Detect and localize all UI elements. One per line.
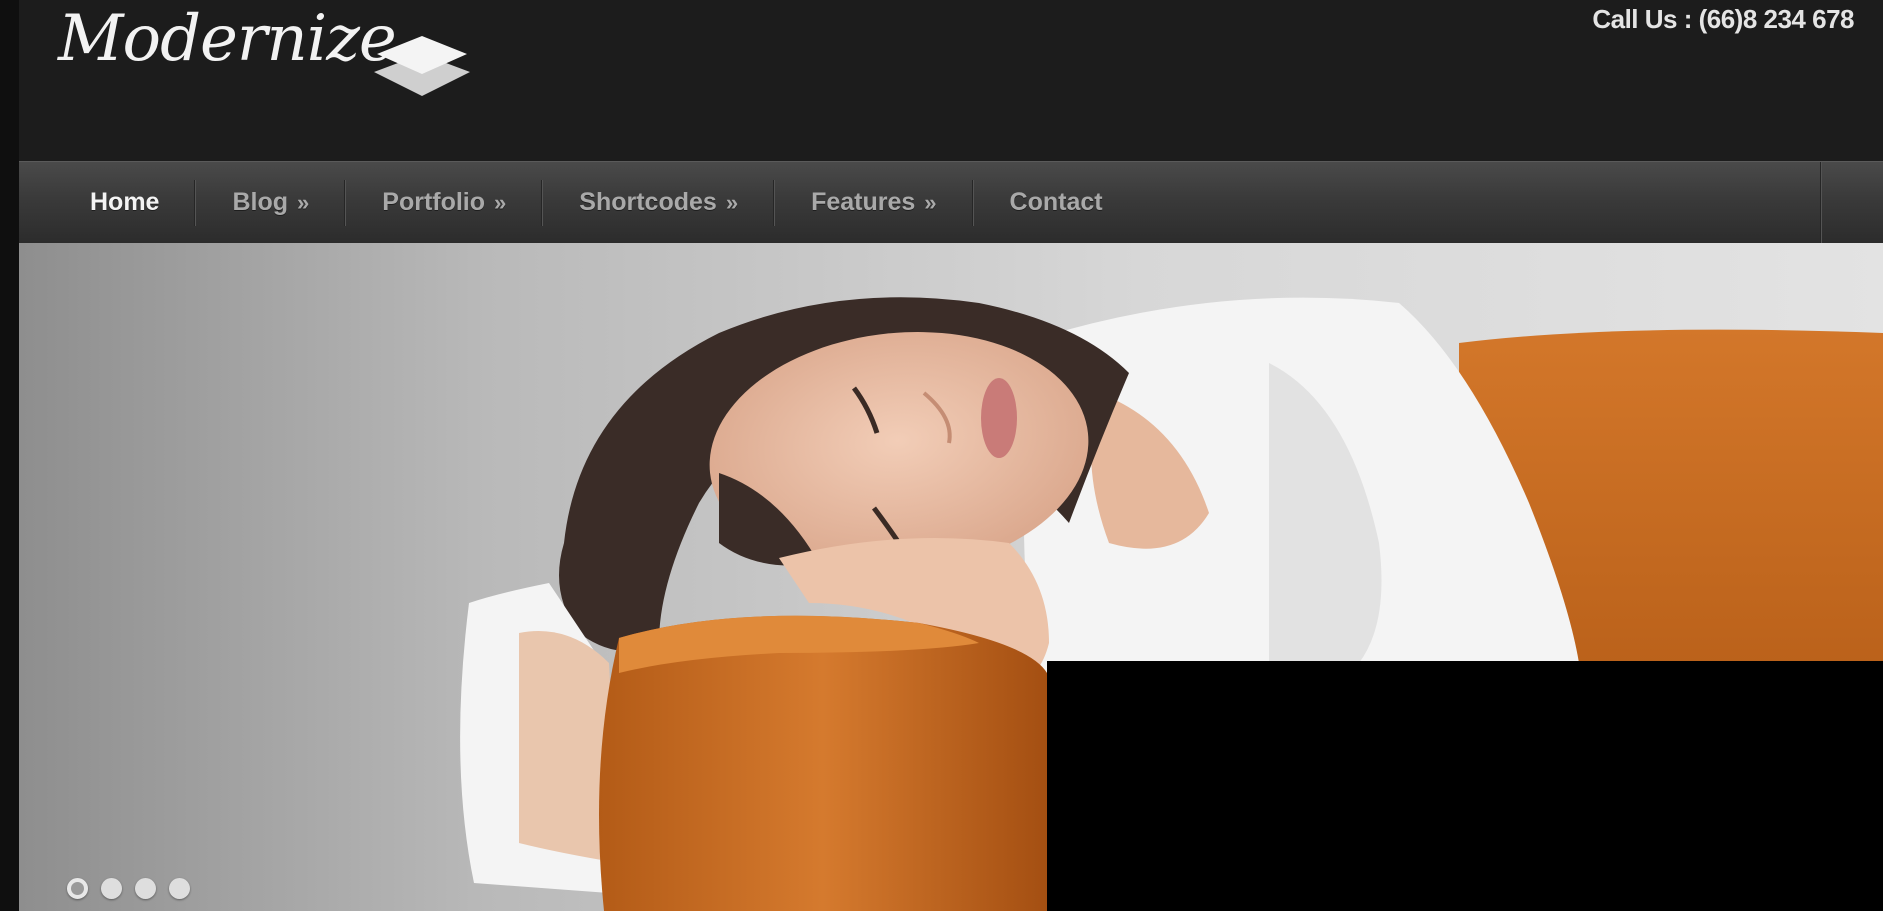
nav-item-contact[interactable]: Contact	[973, 180, 1138, 226]
nav-item-features[interactable]: Features »	[774, 179, 973, 226]
submenu-arrow-icon: »	[297, 189, 310, 215]
nav-item-label: Features	[811, 188, 916, 216]
slider-dot-1[interactable]	[67, 878, 88, 899]
phone-contact: Call Us : (66)8 234 678	[1592, 4, 1854, 34]
nav-item-shortcodes[interactable]: Shortcodes »	[542, 179, 775, 226]
page: Modernize Call Us : (66)8 234 678 Home B…	[0, 0, 1883, 911]
nav-item-label: Blog	[232, 188, 289, 216]
submenu-arrow-icon: »	[924, 189, 937, 215]
nav-item-label: Shortcodes	[579, 188, 717, 216]
window-edge	[0, 0, 20, 911]
nav-item-blog[interactable]: Blog »	[195, 179, 346, 226]
nav-item-label: Home	[90, 188, 160, 216]
submenu-arrow-icon: »	[725, 189, 739, 215]
slider-dot-3[interactable]	[135, 878, 156, 899]
slide-caption-box	[1047, 661, 1883, 911]
slider-dot-2[interactable]	[101, 878, 122, 899]
slider-pagination	[67, 878, 190, 899]
slider-dot-4[interactable]	[169, 878, 190, 899]
site-header: Modernize Call Us : (66)8 234 678	[19, 0, 1883, 161]
diamond-logo-icon	[374, 36, 470, 96]
hero-slider[interactable]	[19, 243, 1883, 911]
main-navigation: Home Blog » Portfolio » Shortcodes » Fea…	[19, 161, 1883, 244]
nav-item-home[interactable]: Home	[53, 179, 196, 226]
nav-item-label: Portfolio	[382, 188, 486, 216]
site-logo[interactable]: Modernize	[58, 0, 397, 78]
nav-divider	[1820, 162, 1821, 244]
nav-item-label: Contact	[1009, 188, 1103, 216]
nav-item-portfolio[interactable]: Portfolio »	[345, 179, 543, 226]
submenu-arrow-icon: »	[494, 189, 507, 215]
